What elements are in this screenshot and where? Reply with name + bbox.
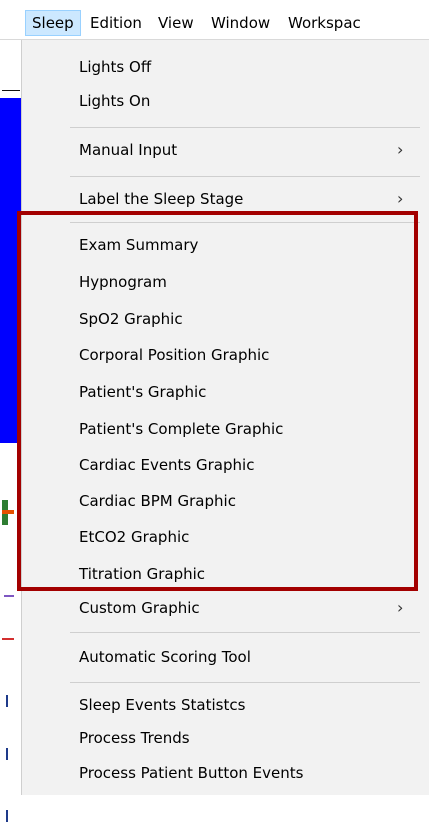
menu-separator bbox=[70, 682, 420, 683]
background-trace bbox=[6, 810, 8, 822]
menu-separator bbox=[70, 176, 420, 177]
menu-item-automatic-scoring-tool[interactable]: Automatic Scoring Tool bbox=[79, 642, 251, 672]
background-trace bbox=[4, 595, 14, 597]
background-trace bbox=[6, 695, 8, 707]
menu-item-lights-off[interactable]: Lights Off bbox=[79, 52, 151, 82]
menubar-window[interactable]: Window bbox=[205, 11, 276, 35]
chevron-right-icon: › bbox=[397, 140, 404, 159]
background-trace bbox=[2, 638, 14, 640]
chevron-right-icon: › bbox=[397, 189, 404, 208]
menubar-edition[interactable]: Edition bbox=[84, 11, 148, 35]
menu-item-label-sleep-stage[interactable]: Label the Sleep Stage bbox=[79, 184, 243, 214]
menubar-view[interactable]: View bbox=[152, 11, 200, 35]
background-trace bbox=[2, 90, 20, 91]
menu-item-manual-input[interactable]: Manual Input bbox=[79, 135, 177, 165]
menubar-sleep[interactable]: Sleep bbox=[25, 10, 81, 36]
menu-item-lights-on[interactable]: Lights On bbox=[79, 86, 150, 116]
background-trace bbox=[2, 510, 14, 514]
background-trace bbox=[6, 748, 8, 760]
chevron-right-icon: › bbox=[397, 598, 404, 617]
menu-item-sleep-events-statistics[interactable]: Sleep Events Statistcs bbox=[79, 690, 245, 720]
menubar-workspace[interactable]: Workspac bbox=[282, 11, 367, 35]
menu-item-process-trends[interactable]: Process Trends bbox=[79, 723, 190, 753]
highlight-annotation-box bbox=[17, 211, 418, 591]
menu-separator bbox=[70, 632, 420, 633]
menu-bar: Sleep Edition View Window Workspac bbox=[0, 0, 429, 40]
menu-separator bbox=[70, 127, 420, 128]
menu-item-process-patient-button-events[interactable]: Process Patient Button Events bbox=[79, 758, 303, 788]
menu-item-custom-graphic[interactable]: Custom Graphic bbox=[79, 593, 200, 623]
